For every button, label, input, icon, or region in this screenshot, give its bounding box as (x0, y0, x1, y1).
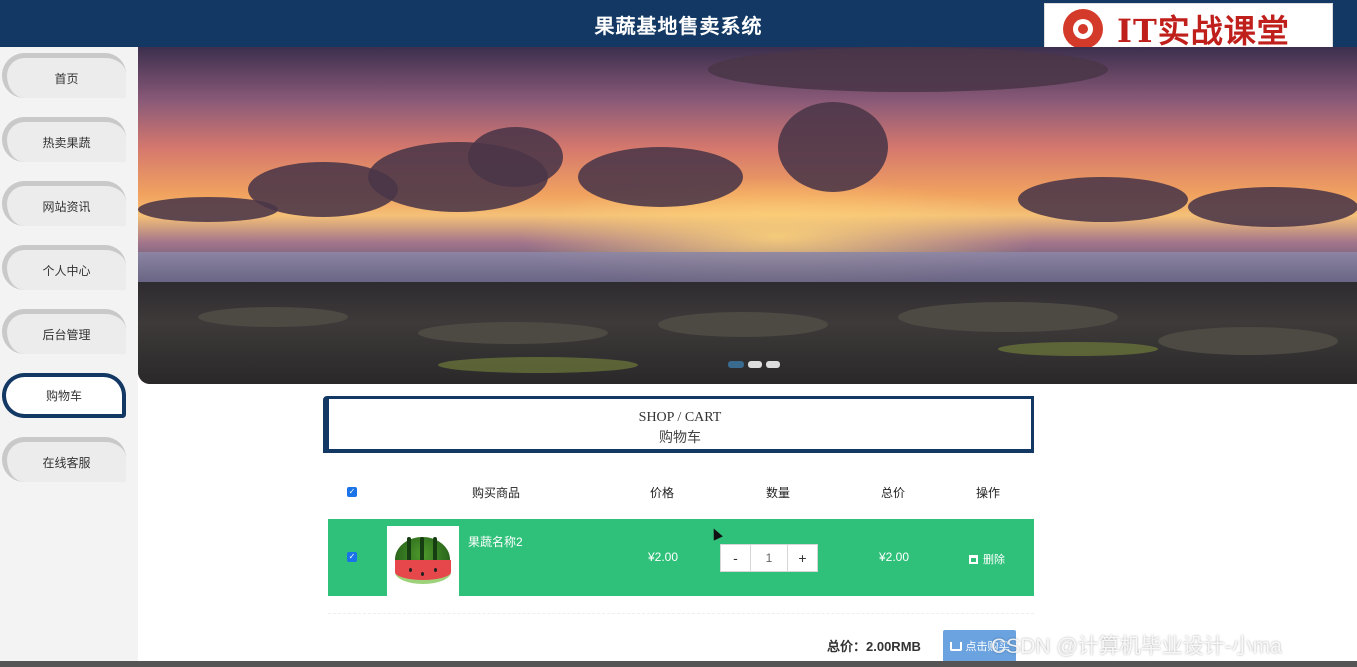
sidebar-item-admin[interactable]: 后台管理 (2, 309, 126, 354)
cloud (778, 102, 888, 192)
sidebar-item-label: 购物车 (45, 389, 82, 403)
cart-icon (949, 641, 962, 651)
bottom-bar (0, 661, 1357, 667)
cart-title-box: SHOP / CART 购物车 (323, 396, 1034, 453)
rocky-shore (138, 282, 1357, 384)
sidebar: 首页 热卖果蔬 网站资讯 个人中心 后台管理 购物车 在线客服 (0, 47, 138, 667)
sidebar-item-customer-service[interactable]: 在线客服 (2, 437, 126, 482)
sidebar-item-label: 热卖果蔬 (42, 135, 91, 150)
sidebar-item-label: 首页 (54, 71, 79, 86)
sidebar-item-label: 网站资讯 (42, 199, 91, 214)
watermelon-seed (421, 572, 424, 576)
cart-title-en: SHOP / CART (638, 410, 722, 425)
increase-button[interactable]: + (787, 544, 818, 572)
cart-summary-bar: 总价：2.00RMB 点击购买 (328, 613, 1034, 667)
cloud (138, 197, 278, 222)
sidebar-item-label: 个人中心 (42, 263, 91, 278)
sidebar-item-label: 在线客服 (42, 455, 91, 470)
delete-button[interactable]: 删除 (969, 551, 1005, 567)
moss (438, 357, 638, 373)
quantity-input[interactable]: 1 (751, 544, 787, 572)
cloud (578, 147, 743, 207)
header-product: 购买商品 (472, 486, 521, 500)
logo-icon (1063, 8, 1103, 49)
cloud (468, 127, 563, 187)
product-total: ¥2.00 (879, 550, 910, 564)
cloud (1018, 177, 1188, 222)
sidebar-item-home[interactable]: 首页 (2, 53, 126, 98)
csdn-watermark: CSDN @计算机毕业设计-小ma (991, 635, 1282, 658)
product-image[interactable] (387, 526, 459, 598)
cart-title-cn: 购物车 (659, 431, 701, 446)
sidebar-item-personal-center[interactable]: 个人中心 (2, 245, 126, 290)
carousel-dot[interactable] (728, 361, 744, 368)
table-row: ✓ 果蔬名称2 ¥2.00 - 1 + ¥2.00 删除 (328, 519, 1034, 598)
carousel-dot[interactable] (748, 361, 762, 368)
carousel-dot[interactable] (766, 361, 780, 368)
rock (418, 322, 608, 344)
rock (198, 307, 348, 327)
select-all-checkbox[interactable]: ✓ (347, 487, 357, 497)
cloud (708, 47, 1108, 92)
watermelon-seed (409, 568, 412, 572)
cloud (1188, 187, 1357, 227)
sidebar-item-hot-products[interactable]: 热卖果蔬 (2, 117, 126, 162)
header-action: 操作 (976, 486, 1001, 500)
rock (658, 312, 828, 337)
delete-label: 删除 (983, 554, 1005, 566)
product-price: ¥2.00 (648, 550, 679, 564)
sidebar-item-news[interactable]: 网站资讯 (2, 181, 126, 226)
logo-text: IT实战课堂 (1117, 11, 1290, 50)
cart-table-header: ✓ 购买商品 价格 数量 总价 操作 (328, 472, 1034, 512)
quantity-stepper: - 1 + (720, 544, 818, 572)
rock (1158, 327, 1338, 355)
banner-carousel[interactable] (138, 47, 1357, 384)
header-quantity: 数量 (766, 486, 791, 500)
sidebar-item-cart[interactable]: 购物车 (2, 373, 126, 418)
product-name[interactable]: 果蔬名称2 (468, 533, 523, 550)
rock (898, 302, 1118, 332)
moss (998, 342, 1158, 356)
trash-icon (969, 554, 978, 564)
item-checkbox[interactable]: ✓ (347, 552, 357, 562)
header-price: 价格 (650, 486, 675, 500)
carousel-indicators (728, 361, 780, 368)
header-total: 总价 (881, 486, 906, 500)
decrease-button[interactable]: - (720, 544, 751, 572)
total-price-summary: 总价：2.00RMB (827, 639, 921, 654)
sidebar-item-label: 后台管理 (42, 327, 91, 342)
watermelon-seed (434, 568, 437, 572)
